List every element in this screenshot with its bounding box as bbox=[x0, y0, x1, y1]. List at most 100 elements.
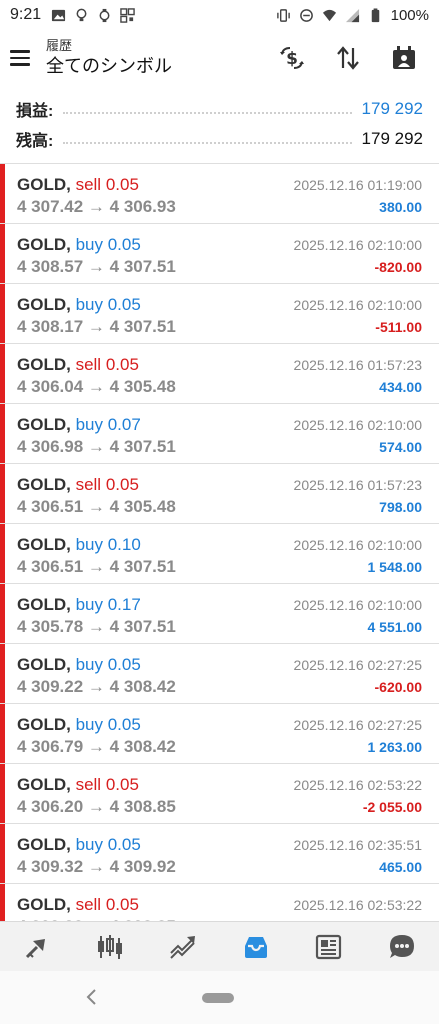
signal-icon bbox=[345, 8, 359, 22]
deal-row[interactable]: GOLD, buy 0.05 4 309.32 → 4 309.92 2025.12… bbox=[0, 824, 439, 884]
deal-symbol: GOLD bbox=[17, 415, 67, 434]
deal-volume: 0.10 bbox=[107, 535, 141, 554]
deal-side: buy bbox=[75, 595, 103, 614]
deal-close-price: 4 308.42 bbox=[109, 737, 176, 756]
deal-stripe bbox=[0, 704, 5, 763]
calendar-icon[interactable] bbox=[387, 41, 421, 75]
deal-side: buy bbox=[75, 295, 103, 314]
status-time: 9:21 bbox=[10, 6, 42, 23]
deal-side: buy bbox=[75, 835, 103, 854]
deal-symbol: GOLD bbox=[17, 535, 67, 554]
deal-volume: 0.05 bbox=[105, 175, 139, 194]
deal-time: 2025.12.16 01:57:23 bbox=[293, 357, 422, 373]
balance-value: 179 292 bbox=[361, 129, 423, 148]
deal-symbol-line: GOLD, sell 0.05 bbox=[17, 355, 139, 375]
deal-close-price: 4 305.48 bbox=[109, 497, 176, 516]
deal-row[interactable]: GOLD, sell 0.054 309.82 → 4 308.852025.1… bbox=[0, 884, 439, 921]
deal-row[interactable]: GOLD, buy 0.05 4 308.57 → 4 307.51 2025.12… bbox=[0, 224, 439, 284]
arrow-right-icon: → bbox=[83, 617, 110, 636]
deal-symbol: GOLD bbox=[17, 835, 67, 854]
bulb-icon bbox=[76, 8, 87, 21]
deals-list[interactable]: GOLD, sell 0.05 4 307.42 → 4 306.93 2025.1… bbox=[0, 164, 439, 921]
deal-separator: , bbox=[66, 535, 76, 554]
deal-close-price: 4 307.51 bbox=[109, 557, 176, 576]
deal-close-price: 4 307.51 bbox=[109, 617, 176, 636]
deal-volume: 0.05 bbox=[107, 235, 141, 254]
deal-symbol: GOLD bbox=[17, 295, 67, 314]
deal-separator: , bbox=[66, 355, 76, 374]
trade-icon[interactable] bbox=[163, 927, 203, 967]
deal-open-price: 4 309.32 bbox=[17, 857, 84, 876]
deal-open-price: 4 306.04 bbox=[17, 377, 84, 396]
deal-separator: , bbox=[66, 895, 76, 914]
deal-separator: , bbox=[66, 415, 76, 434]
deal-close-price: 4 309.92 bbox=[109, 857, 176, 876]
title-block[interactable]: 履歴 全てのシンボル bbox=[46, 38, 172, 78]
back-icon[interactable] bbox=[80, 985, 104, 1009]
system-nav-bar bbox=[0, 971, 439, 1024]
deal-close-price: 4 307.51 bbox=[109, 317, 176, 336]
profit-label: 損益: bbox=[16, 103, 54, 120]
deal-side: buy bbox=[75, 655, 103, 674]
history-icon[interactable] bbox=[236, 927, 276, 967]
image-icon bbox=[52, 9, 66, 21]
deal-symbol: GOLD bbox=[17, 895, 67, 914]
menu-icon[interactable] bbox=[10, 46, 34, 70]
deal-open-price: 4 307.42 bbox=[17, 197, 84, 216]
deal-separator: , bbox=[66, 175, 76, 194]
deal-row[interactable]: GOLD, sell 0.05 4 307.42 → 4 306.93 2025.1… bbox=[0, 164, 439, 224]
deal-separator: , bbox=[66, 655, 76, 674]
deal-stripe bbox=[0, 164, 5, 223]
deal-row[interactable]: GOLD, sell 0.05 4 306.51 → 4 305.48 2025.1… bbox=[0, 464, 439, 524]
page-subtitle: 履歴 bbox=[46, 38, 73, 53]
currency-exchange-icon[interactable]: $ bbox=[275, 41, 309, 75]
balance-label: 残高: bbox=[16, 133, 54, 150]
deal-symbol-line: GOLD, buy 0.05 bbox=[17, 715, 141, 735]
deal-profit: 574.00 bbox=[379, 439, 422, 455]
chat-icon[interactable] bbox=[382, 927, 422, 967]
quotes-icon[interactable] bbox=[17, 927, 57, 967]
deal-symbol-line: GOLD, sell 0.05 bbox=[17, 895, 139, 915]
arrow-right-icon: → bbox=[83, 737, 110, 756]
deal-symbol-line: GOLD, buy 0.05 bbox=[17, 295, 141, 315]
deal-time: 2025.12.16 02:10:00 bbox=[293, 597, 422, 613]
deal-symbol-line: GOLD, buy 0.17 bbox=[17, 595, 141, 615]
deal-time: 2025.12.16 01:57:23 bbox=[293, 477, 422, 493]
deal-time: 2025.12.16 02:27:25 bbox=[293, 717, 422, 733]
deal-open-price: 4 306.79 bbox=[17, 737, 84, 756]
sort-icon[interactable] bbox=[331, 41, 365, 75]
deal-row[interactable]: GOLD, buy 0.07 4 306.98 → 4 307.51 2025.12… bbox=[0, 404, 439, 464]
vibrate-icon bbox=[276, 8, 290, 22]
deal-prices: 4 306.98 → 4 307.51 bbox=[17, 437, 176, 457]
chart-icon[interactable] bbox=[90, 927, 130, 967]
deal-row[interactable]: GOLD, sell 0.05 4 306.04 → 4 305.48 2025.1… bbox=[0, 344, 439, 404]
deal-time: 2025.12.16 02:10:00 bbox=[293, 417, 422, 433]
deal-row[interactable]: GOLD, sell 0.05 4 306.20 → 4 308.85 2025.1… bbox=[0, 764, 439, 824]
deal-row[interactable]: GOLD, buy 0.05 4 309.22 → 4 308.42 2025.12… bbox=[0, 644, 439, 704]
arrow-right-icon: → bbox=[83, 317, 110, 336]
deal-profit: 4 551.00 bbox=[367, 619, 423, 635]
arrow-right-icon: → bbox=[83, 437, 110, 456]
news-icon[interactable] bbox=[309, 927, 349, 967]
profit-value: 179 292 bbox=[361, 99, 423, 118]
deal-stripe bbox=[0, 464, 5, 523]
deal-stripe bbox=[0, 824, 5, 883]
deal-open-price: 4 306.98 bbox=[17, 437, 84, 456]
deal-time: 2025.12.16 02:53:22 bbox=[293, 897, 422, 913]
deal-volume: 0.07 bbox=[107, 415, 141, 434]
deal-row[interactable]: GOLD, buy 0.10 4 306.51 → 4 307.51 2025.12… bbox=[0, 524, 439, 584]
battery-icon bbox=[371, 7, 379, 22]
deal-row[interactable]: GOLD, buy 0.05 4 306.79 → 4 308.42 2025.12… bbox=[0, 704, 439, 764]
deal-row[interactable]: GOLD, buy 0.05 4 308.17 → 4 307.51 2025.12… bbox=[0, 284, 439, 344]
deal-prices: 4 307.42 → 4 306.93 bbox=[17, 197, 176, 217]
deal-prices: 4 308.57 → 4 307.51 bbox=[17, 257, 176, 277]
home-pill[interactable] bbox=[202, 993, 234, 1003]
deal-time: 2025.12.16 02:53:22 bbox=[293, 777, 422, 793]
deal-stripe bbox=[0, 344, 5, 403]
deal-row[interactable]: GOLD, buy 0.17 4 305.78 → 4 307.51 2025.12… bbox=[0, 584, 439, 644]
deal-symbol-line: GOLD, buy 0.05 bbox=[17, 235, 141, 255]
deal-prices: 4 306.04 → 4 305.48 bbox=[17, 377, 176, 397]
deal-profit: -2 055.00 bbox=[362, 799, 422, 815]
dotted-leader bbox=[63, 104, 352, 114]
deal-open-price: 4 305.78 bbox=[17, 617, 84, 636]
